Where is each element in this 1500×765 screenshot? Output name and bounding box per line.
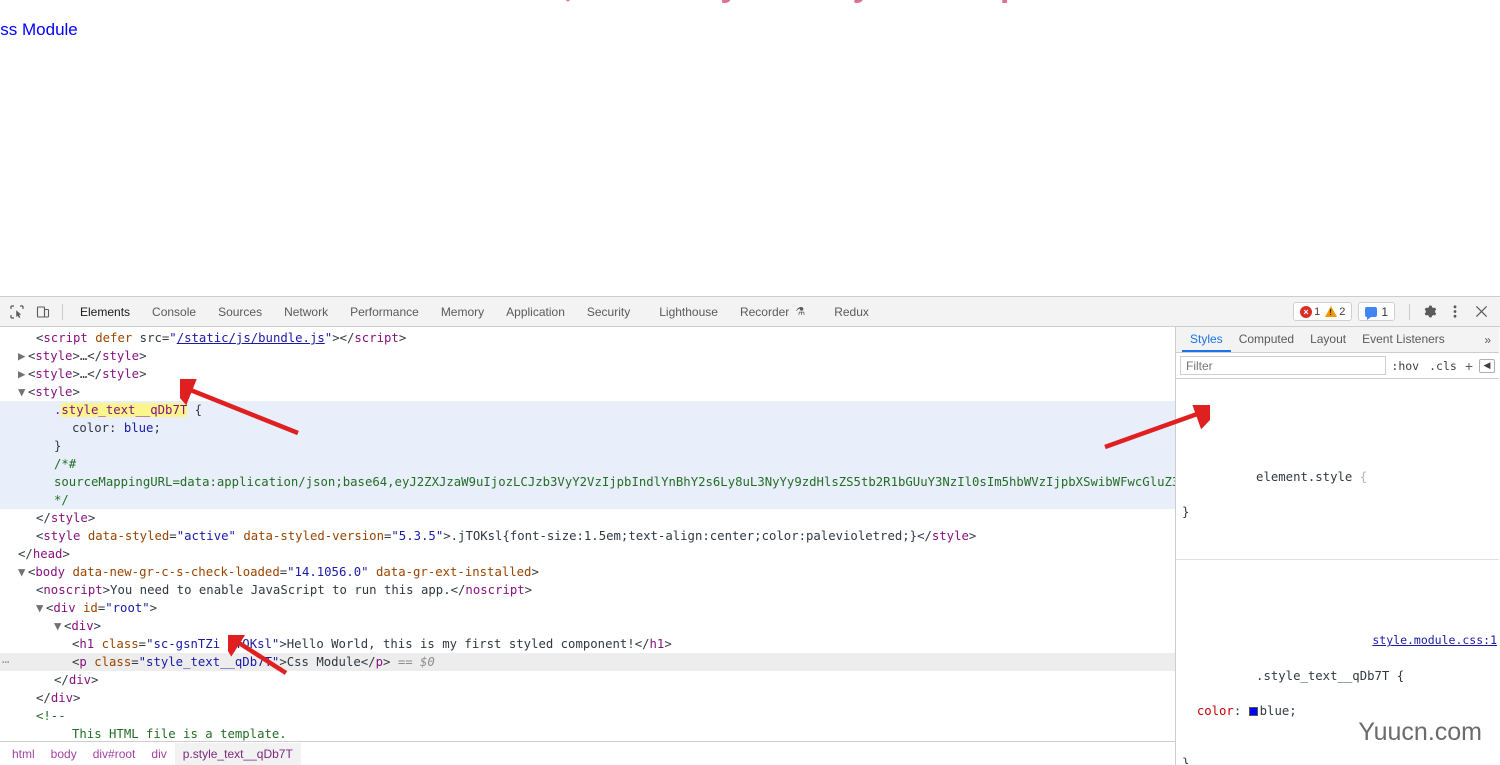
cls-toggle[interactable]: .cls xyxy=(1424,359,1462,373)
devtools-body: <script defer src="/static/js/bundle.js"… xyxy=(0,327,1500,765)
dom-tree-line[interactable]: </head> xyxy=(0,545,1175,563)
tab-layout[interactable]: Layout xyxy=(1302,327,1354,352)
dom-tree-line[interactable]: </div> xyxy=(0,671,1175,689)
device-toolbar-icon[interactable] xyxy=(30,300,56,324)
dom-tree-line[interactable]: ▼ <style> xyxy=(0,383,1175,401)
warning-count: 2 xyxy=(1339,305,1346,318)
more-tabs-icon[interactable]: » xyxy=(1484,333,1499,347)
message-icon xyxy=(1365,306,1378,320)
computed-sidebar-toggle-icon[interactable]: ◀ xyxy=(1479,358,1495,373)
dom-tree-line[interactable]: ▼ <body data-new-gr-c-s-check-loaded="14.… xyxy=(0,563,1175,581)
tab-recorder-label: Recorder xyxy=(739,304,790,319)
dom-tree-line[interactable]: ⋯ <p class="style_text__qDb7T">Css Module… xyxy=(0,653,1175,671)
color-swatch[interactable] xyxy=(1248,706,1258,716)
tab-redux[interactable]: Redux xyxy=(816,298,880,326)
dom-tree-line[interactable]: <script defer src="/static/js/bundle.js"… xyxy=(0,329,1175,347)
error-icon: × xyxy=(1300,305,1313,318)
rule-selector[interactable]: element.style xyxy=(1256,470,1352,484)
tab-security[interactable]: Security xyxy=(576,298,641,326)
dom-tree-line[interactable]: ▼ <div id="root"> xyxy=(0,599,1175,617)
breadcrumb-item-div[interactable]: div xyxy=(143,743,174,765)
new-style-rule-button[interactable]: + xyxy=(1462,358,1476,374)
styles-rules-list[interactable]: element.style { } style.module.css:1 .st… xyxy=(1176,379,1499,764)
tab-performance[interactable]: Performance xyxy=(339,298,430,326)
rule-brace-close: } xyxy=(1182,756,1190,764)
rule-selector[interactable]: .style_text__qDb7T xyxy=(1256,669,1389,683)
dom-tree-line[interactable]: color: blue; xyxy=(0,419,1175,437)
tab-console[interactable]: Console xyxy=(141,298,207,326)
toolbar-divider-2 xyxy=(1409,303,1410,320)
styles-tab-strip: Styles Computed Layout Event Listeners » xyxy=(1176,327,1499,353)
tab-styles[interactable]: Styles xyxy=(1182,327,1231,352)
declaration-color[interactable]: color: blue; xyxy=(1182,703,1499,721)
dom-tree-line[interactable]: /*# xyxy=(0,455,1175,473)
dom-tree-line[interactable]: <!-- xyxy=(0,707,1175,725)
declaration-value[interactable]: blue xyxy=(1260,704,1290,718)
toolbar-right-group: × 1 2 1 xyxy=(1293,300,1496,324)
style-rule-element-style[interactable]: element.style { } xyxy=(1176,449,1499,560)
styles-filter-row: :hov .cls + ◀ xyxy=(1176,353,1499,379)
gear-icon[interactable] xyxy=(1416,300,1442,324)
dom-tree-line[interactable]: .style_text__qDb7T { xyxy=(0,401,1175,419)
hov-toggle[interactable]: :hov xyxy=(1386,359,1424,373)
issue-counts-button[interactable]: × 1 2 xyxy=(1293,302,1353,321)
message-counts-button[interactable]: 1 xyxy=(1358,302,1395,321)
breadcrumb-item-div-root[interactable]: div#root xyxy=(85,743,144,765)
breadcrumb-item-body[interactable]: body xyxy=(43,743,85,765)
style-rule-style-text[interactable]: style.module.css:1 .style_text__qDb7T { … xyxy=(1176,630,1499,764)
dom-tree-line[interactable]: } xyxy=(0,437,1175,455)
tab-application[interactable]: Application xyxy=(495,298,576,326)
dom-tree-line[interactable]: */ xyxy=(0,491,1175,509)
rule-brace-open: { xyxy=(1389,668,1405,683)
warning-badge: 2 xyxy=(1325,306,1345,318)
rule-brace-open: { xyxy=(1352,469,1368,484)
tab-network[interactable]: Network xyxy=(273,298,339,326)
error-badge: × 1 xyxy=(1300,305,1321,318)
page-heading: Hello World, this is my first styled com… xyxy=(0,0,1500,5)
dom-tree-line[interactable]: ▶ <style>…</style> xyxy=(0,347,1175,365)
error-count: 1 xyxy=(1314,305,1321,318)
declaration-property[interactable]: color xyxy=(1197,704,1234,718)
tab-memory[interactable]: Memory xyxy=(430,298,495,326)
dom-tree[interactable]: <script defer src="/static/js/bundle.js"… xyxy=(0,327,1175,761)
dom-tree-line[interactable]: </style> xyxy=(0,509,1175,527)
styles-pane: Styles Computed Layout Event Listeners »… xyxy=(1176,327,1499,765)
dom-tree-line[interactable]: <noscript>You need to enable JavaScript … xyxy=(0,581,1175,599)
tab-elements[interactable]: Elements xyxy=(69,298,141,326)
tab-lighthouse[interactable]: Lighthouse xyxy=(641,298,729,326)
message-count: 1 xyxy=(1381,304,1388,319)
tab-computed[interactable]: Computed xyxy=(1231,327,1302,352)
warning-icon xyxy=(1325,306,1338,317)
tab-recorder[interactable]: Recorder ⚗ xyxy=(729,298,816,326)
dom-tree-pane[interactable]: <script defer src="/static/js/bundle.js"… xyxy=(0,327,1176,765)
page-paragraph: Css Module xyxy=(0,20,78,39)
dom-tree-line[interactable]: sourceMappingURL=data:application/json;b… xyxy=(0,473,1175,491)
flask-icon: ⚗ xyxy=(795,306,806,318)
dom-tree-line[interactable]: ▶ <style>…</style> xyxy=(0,365,1175,383)
devtools-toolbar: Elements Console Sources Network Perform… xyxy=(0,297,1500,327)
dom-tree-line[interactable]: <h1 class="sc-gsnTZi jTOKsl">Hello World… xyxy=(0,635,1175,653)
breadcrumb: html body div#root div p.style_text__qDb… xyxy=(0,741,1175,765)
dom-tree-line[interactable]: <style data-styled="active" data-styled-… xyxy=(0,527,1175,545)
inspect-element-icon[interactable] xyxy=(4,300,30,324)
devtools-panel: Elements Console Sources Network Perform… xyxy=(0,296,1500,765)
devtools-tab-strip: Elements Console Sources Network Perform… xyxy=(69,298,880,326)
search-input[interactable] xyxy=(1180,356,1387,375)
dom-tree-line[interactable]: </div> xyxy=(0,689,1175,707)
toolbar-divider xyxy=(62,303,63,320)
close-icon[interactable] xyxy=(1468,300,1494,324)
rendered-page-viewport: Hello World, this is my first styled com… xyxy=(0,0,1500,296)
rule-source-link[interactable]: style.module.css:1 xyxy=(1372,632,1497,650)
tab-event-listeners[interactable]: Event Listeners xyxy=(1354,327,1453,352)
rule-brace-close: } xyxy=(1182,505,1190,520)
tab-sources[interactable]: Sources xyxy=(207,298,273,326)
dom-tree-line[interactable]: ▼ <div> xyxy=(0,617,1175,635)
kebab-menu-icon[interactable] xyxy=(1442,300,1468,324)
breadcrumb-item-p[interactable]: p.style_text__qDb7T xyxy=(174,742,301,765)
breadcrumb-item-html[interactable]: html xyxy=(4,743,43,765)
